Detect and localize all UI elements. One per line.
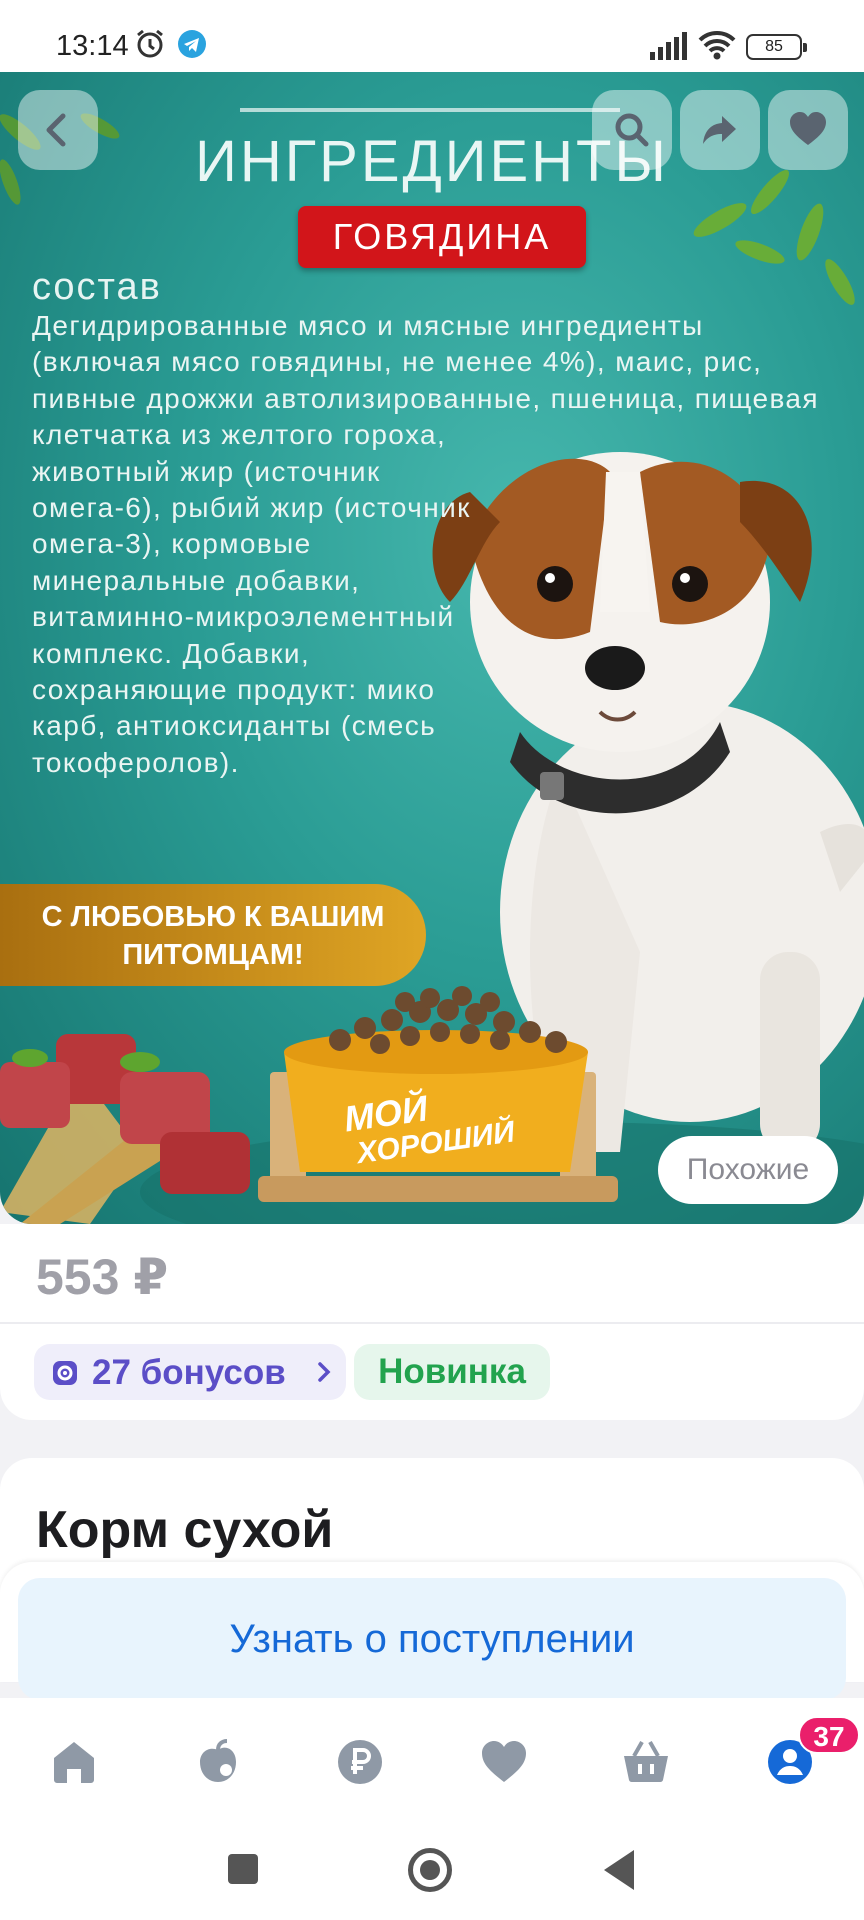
favorites-icon[interactable] xyxy=(480,1738,528,1786)
wifi-icon xyxy=(698,30,736,60)
price-card: 553 ₽ 27 бонусов Новинка xyxy=(0,1224,864,1420)
composition-text-wide: Дегидрированные мясо и мясные ингредиент… xyxy=(32,310,819,451)
composition-text-narrow: животный жир (источник омега-6), рыбий ж… xyxy=(32,455,471,778)
status-bar: 13:14 85 xyxy=(0,0,864,78)
search-button[interactable] xyxy=(592,90,672,170)
heart-icon xyxy=(790,112,826,145)
payments-icon[interactable] xyxy=(336,1738,384,1786)
home-icon[interactable] xyxy=(50,1738,98,1786)
bottom-tab-bar xyxy=(0,1698,864,1824)
bonus-chip[interactable]: 27 бонусов xyxy=(34,1344,346,1400)
back-nav-button[interactable] xyxy=(604,1850,634,1890)
bonus-text: 27 бонусов xyxy=(92,1353,286,1392)
signal-icon xyxy=(650,32,687,60)
divider xyxy=(0,1322,864,1324)
home-button[interactable] xyxy=(408,1848,452,1892)
new-badge: Новинка xyxy=(354,1344,550,1400)
banner-subtitle: состав xyxy=(32,266,162,308)
banner-composition-text: Дегидрированные мясо и мясные ингредиент… xyxy=(32,308,832,781)
search-icon xyxy=(615,113,649,147)
recents-button[interactable] xyxy=(228,1854,258,1884)
chevron-right-icon xyxy=(318,1362,331,1382)
telegram-icon xyxy=(178,30,206,58)
cart-icon[interactable] xyxy=(622,1738,670,1786)
product-image-banner[interactable]: ИНГРЕДИЕНТЫ ГОВЯДИНА состав Дегидрирован… xyxy=(0,72,864,1224)
bonus-icon xyxy=(53,1361,77,1385)
banner-flavor-badge: ГОВЯДИНА xyxy=(298,206,586,268)
action-sheet: Узнать о поступлении xyxy=(0,1562,864,1700)
favorite-button[interactable] xyxy=(768,90,848,170)
notification-badge: 37 xyxy=(798,1716,860,1754)
catalog-icon[interactable] xyxy=(194,1738,242,1786)
product-title: Корм сухой xyxy=(36,1501,334,1559)
alarm-icon xyxy=(137,29,163,58)
status-time: 13:14 xyxy=(56,30,129,62)
slogan-line-1: С ЛЮБОВЬЮ К ВАШИМ xyxy=(41,901,385,933)
notify-availability-button[interactable]: Узнать о поступлении xyxy=(18,1578,846,1700)
banner-slogan: С ЛЮБОВЬЮ К ВАШИМ ПИТОМЦАМ! xyxy=(0,884,426,986)
product-price: 553 ₽ xyxy=(36,1249,169,1305)
battery-icon: 85 xyxy=(746,34,807,60)
slogan-line-2: ПИТОМЦАМ! xyxy=(122,939,304,971)
battery-level: 85 xyxy=(765,38,783,55)
back-button[interactable] xyxy=(18,90,98,170)
system-nav-bar xyxy=(0,1824,864,1920)
share-icon xyxy=(703,116,736,144)
share-button[interactable] xyxy=(680,90,760,170)
similar-button[interactable]: Похожие xyxy=(658,1136,838,1204)
chevron-left-icon xyxy=(46,113,66,147)
